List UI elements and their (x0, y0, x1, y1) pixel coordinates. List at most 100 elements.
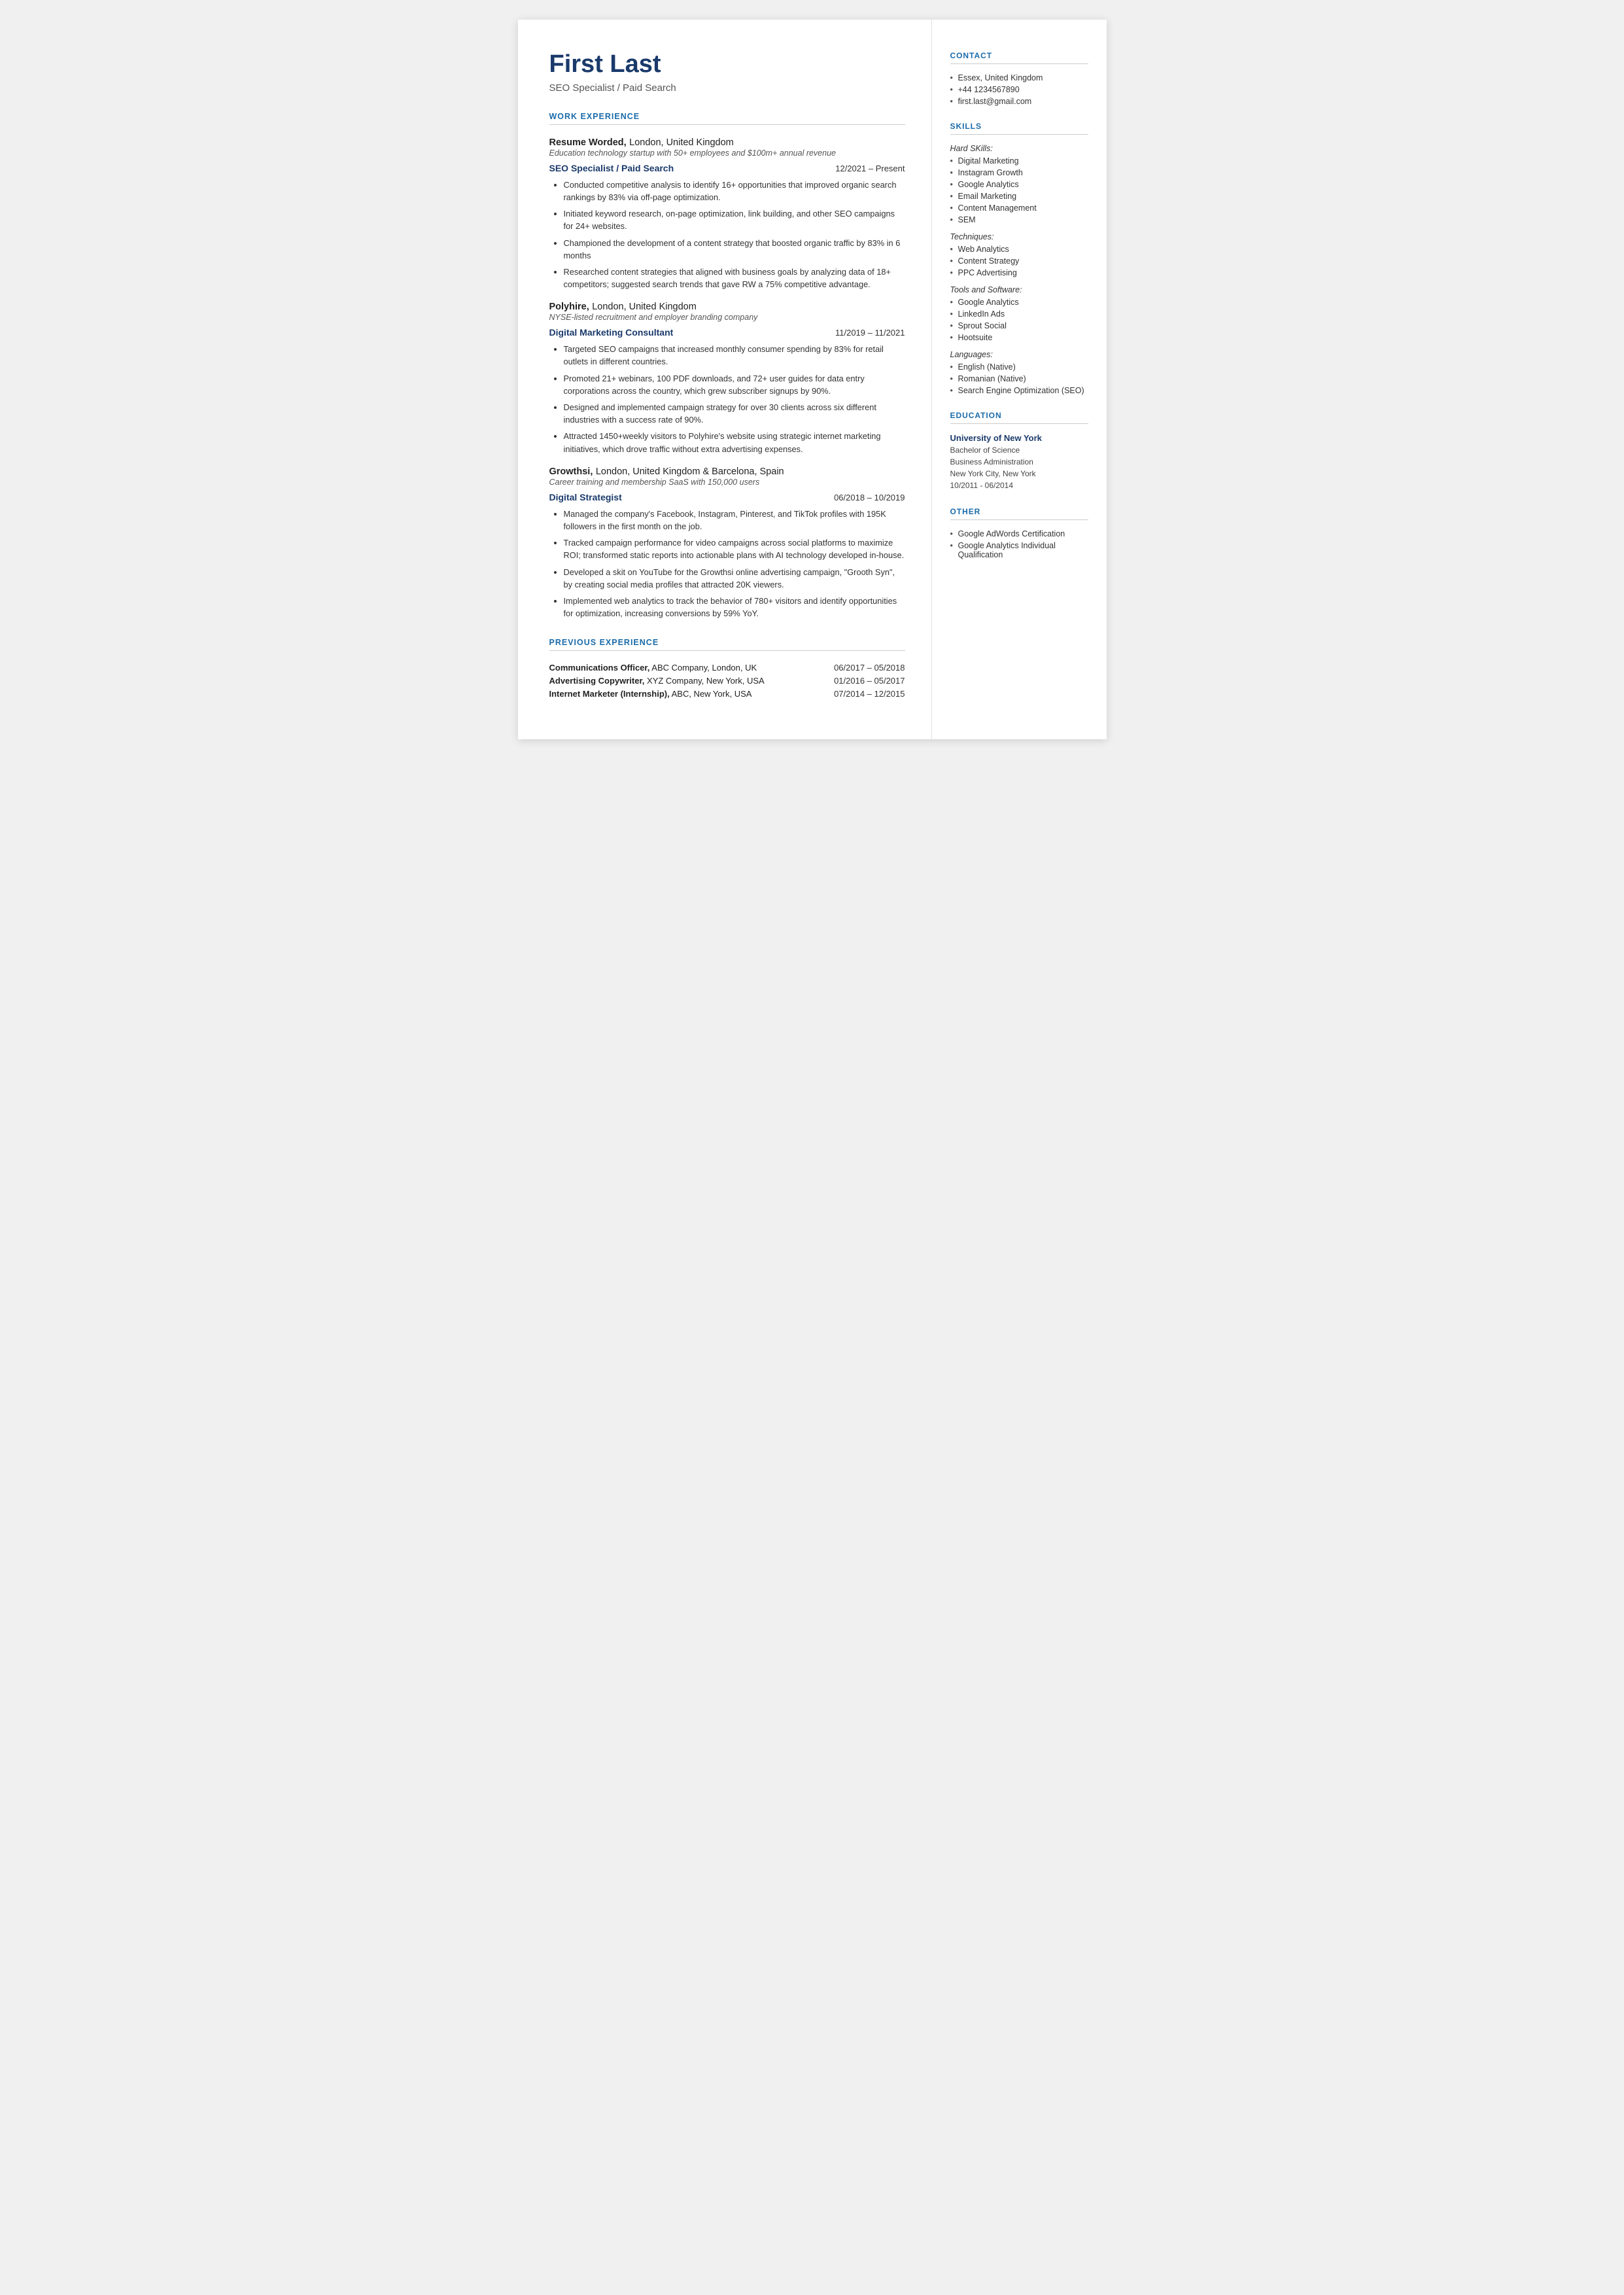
job-title: SEO Specialist / Paid Search (549, 82, 905, 94)
other-item: Google AdWords Certification (950, 529, 1088, 538)
previous-experience-list: Communications Officer, ABC Company, Lon… (549, 663, 905, 699)
prev-exp-row: Internet Marketer (Internship), ABC, New… (549, 689, 905, 699)
technique-item: Web Analytics (950, 245, 1088, 254)
role-dates: 06/2018 – 10/2019 (834, 493, 905, 502)
hard-skills-subheading: Hard SKills: (950, 144, 1088, 153)
tool-item: Hootsuite (950, 333, 1088, 342)
prev-role-bold: Advertising Copywriter, (549, 676, 645, 686)
techniques-list: Web Analytics Content Strategy PPC Adver… (950, 245, 1088, 277)
language-item: Search Engine Optimization (SEO) (950, 386, 1088, 395)
prev-role-bold: Communications Officer, (549, 663, 650, 673)
company-block-resume-worded: Resume Worded, London, United Kingdom Ed… (549, 137, 905, 291)
edu-location: New York City, New York (950, 468, 1088, 480)
prev-exp-left: Communications Officer, ABC Company, Lon… (549, 663, 757, 673)
edu-field: Business Administration (950, 456, 1088, 468)
bullet-list: Managed the company's Facebook, Instagra… (564, 508, 905, 620)
bullet-item: Developed a skit on YouTube for the Grow… (564, 566, 905, 591)
language-item: English (Native) (950, 362, 1088, 372)
company-desc: Education technology startup with 50+ em… (549, 149, 905, 158)
technique-item: Content Strategy (950, 256, 1088, 266)
full-name: First Last (549, 51, 905, 79)
company-location: London, United Kingdom & Barcelona, Spai… (596, 466, 784, 477)
company-name: Growthsi, (549, 466, 593, 477)
education-heading: EDUCATION (950, 411, 1088, 424)
company-block-polyhire: Polyhire, London, United Kingdom NYSE-li… (549, 301, 905, 455)
bullet-item: Promoted 21+ webinars, 100 PDF downloads… (564, 372, 905, 397)
prev-exp-dates: 07/2014 – 12/2015 (834, 689, 905, 699)
role-title: Digital Strategist (549, 492, 622, 502)
bullet-item: Targeted SEO campaigns that increased mo… (564, 343, 905, 368)
edu-university: University of New York (950, 433, 1088, 443)
role-row: Digital Strategist 06/2018 – 10/2019 (549, 492, 905, 502)
company-desc: NYSE-listed recruitment and employer bra… (549, 313, 905, 322)
company-name-row: Growthsi, London, United Kingdom & Barce… (549, 466, 905, 478)
bullet-item: Championed the development of a content … (564, 237, 905, 262)
contact-item-phone: +44 1234567890 (950, 85, 1088, 94)
skill-item: Instagram Growth (950, 168, 1088, 177)
skill-item: Digital Marketing (950, 156, 1088, 166)
languages-list: English (Native) Romanian (Native) Searc… (950, 362, 1088, 395)
role-dates: 11/2019 – 11/2021 (835, 328, 905, 338)
prev-role-bold: Internet Marketer (Internship), (549, 689, 670, 699)
work-experience-heading: WORK EXPERIENCE (549, 112, 905, 125)
hard-skills-list: Digital Marketing Instagram Growth Googl… (950, 156, 1088, 224)
bullet-list: Conducted competitive analysis to identi… (564, 179, 905, 291)
contact-item-email: first.last@gmail.com (950, 97, 1088, 106)
bullet-list: Targeted SEO campaigns that increased mo… (564, 343, 905, 455)
prev-role-rest: ABC, New York, USA (670, 689, 752, 699)
languages-subheading: Languages: (950, 350, 1088, 359)
main-column: First Last SEO Specialist / Paid Search … (518, 20, 931, 739)
bullet-item: Researched content strategies that align… (564, 266, 905, 290)
bullet-item: Designed and implemented campaign strate… (564, 401, 905, 426)
role-title: Digital Marketing Consultant (549, 327, 674, 338)
prev-exp-dates: 01/2016 – 05/2017 (834, 676, 905, 686)
role-row: Digital Marketing Consultant 11/2019 – 1… (549, 327, 905, 338)
role-title: SEO Specialist / Paid Search (549, 163, 674, 173)
prev-role-rest: ABC Company, London, UK (649, 663, 757, 673)
contact-item-location: Essex, United Kingdom (950, 73, 1088, 82)
tool-item: Google Analytics (950, 298, 1088, 307)
tools-subheading: Tools and Software: (950, 285, 1088, 294)
skill-item: Google Analytics (950, 180, 1088, 189)
skill-item: SEM (950, 215, 1088, 224)
company-name: Polyhire, (549, 302, 589, 312)
bullet-item: Conducted competitive analysis to identi… (564, 179, 905, 203)
edu-degree: Bachelor of Science (950, 444, 1088, 456)
prev-exp-dates: 06/2017 – 05/2018 (834, 663, 905, 673)
skill-item: Email Marketing (950, 192, 1088, 201)
prev-exp-left: Internet Marketer (Internship), ABC, New… (549, 689, 752, 699)
other-list: Google AdWords Certification Google Anal… (950, 529, 1088, 559)
language-item: Romanian (Native) (950, 374, 1088, 383)
company-name: Resume Worded, (549, 137, 627, 148)
bullet-item: Attracted 1450+weekly visitors to Polyhi… (564, 430, 905, 455)
techniques-subheading: Techniques: (950, 232, 1088, 241)
resume-page: First Last SEO Specialist / Paid Search … (518, 20, 1107, 739)
bullet-item: Initiated keyword research, on-page opti… (564, 207, 905, 232)
tools-list: Google Analytics LinkedIn Ads Sprout Soc… (950, 298, 1088, 342)
company-location: London, United Kingdom (629, 137, 734, 148)
edu-dates: 10/2011 - 06/2014 (950, 480, 1088, 491)
prev-exp-left: Advertising Copywriter, XYZ Company, New… (549, 676, 765, 686)
company-desc: Career training and membership SaaS with… (549, 478, 905, 487)
bullet-item: Managed the company's Facebook, Instagra… (564, 508, 905, 533)
tool-item: Sprout Social (950, 321, 1088, 330)
company-name-row: Polyhire, London, United Kingdom (549, 301, 905, 313)
bullet-item: Implemented web analytics to track the b… (564, 595, 905, 620)
sidebar-column: CONTACT Essex, United Kingdom +44 123456… (931, 20, 1107, 739)
role-dates: 12/2021 – Present (835, 164, 905, 173)
prev-role-rest: XYZ Company, New York, USA (644, 676, 764, 686)
technique-item: PPC Advertising (950, 268, 1088, 277)
tool-item: LinkedIn Ads (950, 309, 1088, 319)
skill-item: Content Management (950, 203, 1088, 213)
previous-experience-heading: PREVIOUS EXPERIENCE (549, 638, 905, 651)
prev-exp-row: Communications Officer, ABC Company, Lon… (549, 663, 905, 673)
contact-list: Essex, United Kingdom +44 1234567890 fir… (950, 73, 1088, 106)
company-block-growthsi: Growthsi, London, United Kingdom & Barce… (549, 466, 905, 620)
education-block: University of New York Bachelor of Scien… (950, 433, 1088, 491)
bullet-item: Tracked campaign performance for video c… (564, 536, 905, 561)
company-name-row: Resume Worded, London, United Kingdom (549, 137, 905, 149)
other-heading: OTHER (950, 507, 1088, 520)
prev-exp-row: Advertising Copywriter, XYZ Company, New… (549, 676, 905, 686)
other-item: Google Analytics Individual Qualificatio… (950, 541, 1088, 559)
company-location: London, United Kingdom (592, 302, 697, 312)
